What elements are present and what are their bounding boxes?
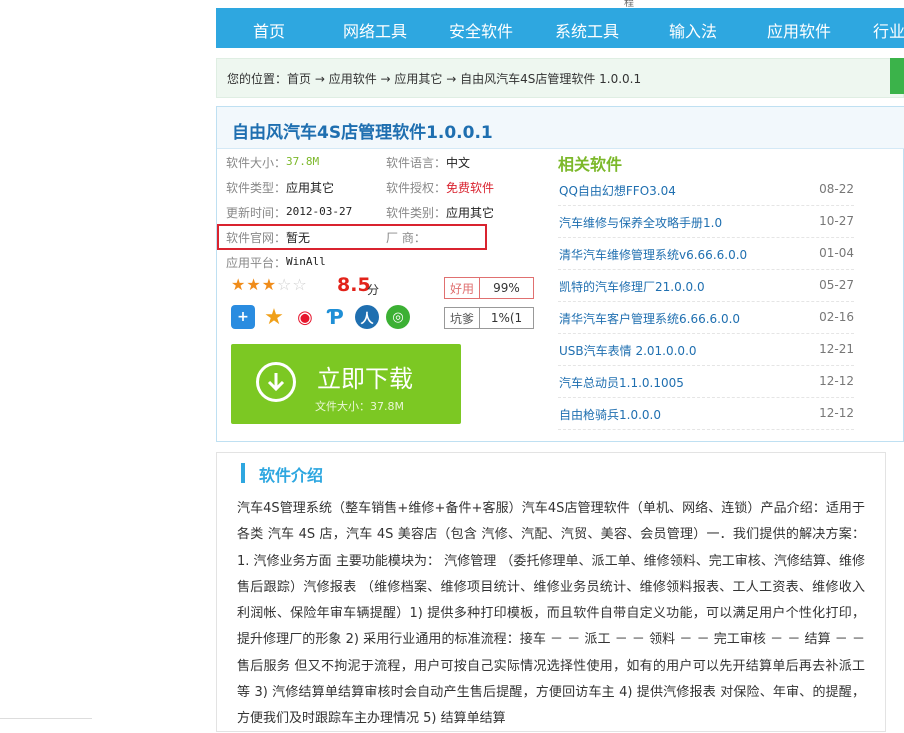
nav-item-security-software[interactable]: 安全软件 bbox=[449, 18, 513, 42]
related-item-name[interactable]: 凯特的汽车修理厂21.0.0.0 bbox=[559, 278, 705, 295]
weibo-icon[interactable]: ◉ bbox=[293, 305, 317, 329]
license-label: 软件授权： bbox=[386, 181, 447, 195]
related-item[interactable]: 清华汽车维修管理系统v6.66.6.0.0 01-04 bbox=[558, 238, 854, 270]
related-item[interactable]: 清华汽车客户管理系统6.66.6.0.0 02-16 bbox=[558, 302, 854, 334]
share-icons: + ★ ◉ Ƥ 人 ◎ bbox=[231, 305, 410, 330]
language-value: 中文 bbox=[446, 156, 471, 170]
related-item[interactable]: 汽车总动员1.1.0.1005 12-12 bbox=[558, 366, 854, 398]
vote-good-value: 99% bbox=[493, 281, 520, 295]
vote-bad-label: 坑爹 bbox=[445, 308, 480, 328]
related-item-name[interactable]: 自由枪骑兵1.0.0.0 bbox=[559, 406, 661, 423]
platform-label: 应用平台： bbox=[226, 256, 287, 270]
update-time-label: 更新时间： bbox=[226, 206, 287, 220]
breadcrumb: 您的位置： 首页 → 应用软件 → 应用其它 → 自由风汽车4S店管理软件 1.… bbox=[216, 58, 904, 98]
download-arrow-icon bbox=[256, 362, 296, 402]
related-item-name[interactable]: 清华汽车客户管理系统6.66.6.0.0 bbox=[559, 310, 740, 327]
nav-item-applications[interactable]: 应用软件 bbox=[767, 18, 831, 42]
related-item-date: 10-27 bbox=[819, 214, 854, 228]
download-size-text: 文件大小：37.8M bbox=[315, 400, 404, 413]
type-label: 软件类型： bbox=[226, 181, 287, 195]
vote-bad[interactable]: 坑爹 1%(1 bbox=[444, 307, 534, 329]
related-item-date: 08-22 bbox=[819, 182, 854, 196]
intro-text: 汽车4S管理系统（整车销售+维修+备件+客服）汽车4S店管理软件（单机、网络、连… bbox=[237, 501, 865, 727]
language-label: 软件语言： bbox=[386, 156, 447, 170]
left-divider bbox=[0, 718, 92, 719]
related-item[interactable]: USB汽车表情 2.01.0.0.0 12-21 bbox=[558, 334, 854, 366]
plus-share-icon[interactable]: + bbox=[231, 305, 255, 329]
size-label: 软件大小： bbox=[226, 156, 287, 170]
related-item-name[interactable]: 汽车总动员1.1.0.1005 bbox=[559, 374, 684, 391]
related-item-date: 05-27 bbox=[819, 278, 854, 292]
type-value: 应用其它 bbox=[286, 181, 335, 195]
update-time-value: 2012-03-27 bbox=[286, 205, 353, 218]
breadcrumb-path[interactable]: 首页 → 应用软件 → 应用其它 → 自由风汽车4S店管理软件 1.0.0.1 bbox=[287, 70, 641, 87]
related-item[interactable]: 凯特的汽车修理厂21.0.0.0 05-27 bbox=[558, 270, 854, 302]
download-label: 立即下载 bbox=[317, 365, 413, 393]
star-filled-icon: ★ bbox=[261, 275, 277, 294]
software-title: 自由风汽车4S店管理软件1.0.0.1 bbox=[232, 123, 493, 143]
breadcrumb-side-tab[interactable] bbox=[890, 58, 904, 94]
breadcrumb-prefix: 您的位置： bbox=[227, 71, 288, 86]
star-rating: ★ ★ ★ ☆ ☆ bbox=[231, 277, 307, 293]
star-filled-icon: ★ bbox=[246, 275, 261, 294]
related-item-date: 12-12 bbox=[819, 374, 854, 388]
nav-item-system-tools[interactable]: 系统工具 bbox=[555, 18, 619, 42]
intro-accent-bar bbox=[241, 463, 245, 483]
star-empty-icon: ☆ bbox=[292, 275, 307, 294]
related-item-name[interactable]: QQ自由幻想FFO3.04 bbox=[559, 182, 676, 199]
size-value: 37.8M bbox=[286, 155, 320, 168]
vendor-label: 厂 商： bbox=[386, 231, 426, 245]
related-item[interactable]: 自由枪骑兵1.0.0.0 12-12 bbox=[558, 398, 854, 430]
pinterest-p-icon[interactable]: Ƥ bbox=[324, 305, 348, 329]
rating-unit: 分 bbox=[367, 283, 380, 297]
related-item-date: 12-12 bbox=[819, 406, 854, 420]
official-site-value: 暂无 bbox=[286, 231, 311, 245]
related-software-title: 相关软件 bbox=[558, 155, 623, 174]
qzone-star-icon[interactable]: ★ bbox=[262, 305, 286, 330]
related-item[interactable]: QQ自由幻想FFO3.04 08-22 bbox=[558, 174, 854, 206]
official-site-label: 软件官网： bbox=[226, 231, 287, 245]
nav-item-industry[interactable]: 行业 bbox=[873, 18, 904, 42]
related-item-name[interactable]: USB汽车表情 2.01.0.0.0 bbox=[559, 342, 697, 359]
nav-item-network-tools[interactable]: 网络工具 bbox=[343, 18, 407, 42]
related-item-name[interactable]: 汽车维修与保养全攻略手册1.0 bbox=[559, 214, 722, 231]
star-filled-icon: ★ bbox=[231, 275, 246, 294]
related-item-date: 12-21 bbox=[819, 342, 854, 356]
star-empty-icon: ☆ bbox=[277, 275, 292, 294]
category-value: 应用其它 bbox=[446, 206, 495, 220]
category-label: 软件类别： bbox=[386, 206, 447, 220]
license-value: 免费软件 bbox=[446, 181, 495, 195]
related-item-date: 02-16 bbox=[819, 310, 854, 324]
rating-score: 8.5 bbox=[337, 274, 371, 296]
vote-bad-value: 1%(1 bbox=[490, 311, 523, 325]
platform-value: WinAll bbox=[286, 255, 326, 268]
related-item-name[interactable]: 清华汽车维修管理系统v6.66.6.0.0 bbox=[559, 246, 747, 263]
vote-good-label: 好用 bbox=[445, 278, 480, 298]
nav-item-home[interactable]: 首页 bbox=[253, 18, 285, 42]
wechat-icon[interactable]: ◎ bbox=[386, 305, 410, 329]
renren-icon[interactable]: 人 bbox=[355, 305, 379, 329]
intro-title: 软件介绍 bbox=[259, 466, 324, 485]
related-item-date: 01-04 bbox=[819, 246, 854, 260]
nav-item-input-method[interactable]: 输入法 bbox=[669, 18, 717, 42]
top-navigation: 首页 网络工具 安全软件 系统工具 输入法 应用软件 行业 bbox=[216, 8, 904, 48]
vote-good[interactable]: 好用 99% bbox=[444, 277, 534, 299]
related-item[interactable]: 汽车维修与保养全攻略手册1.0 10-27 bbox=[558, 206, 854, 238]
